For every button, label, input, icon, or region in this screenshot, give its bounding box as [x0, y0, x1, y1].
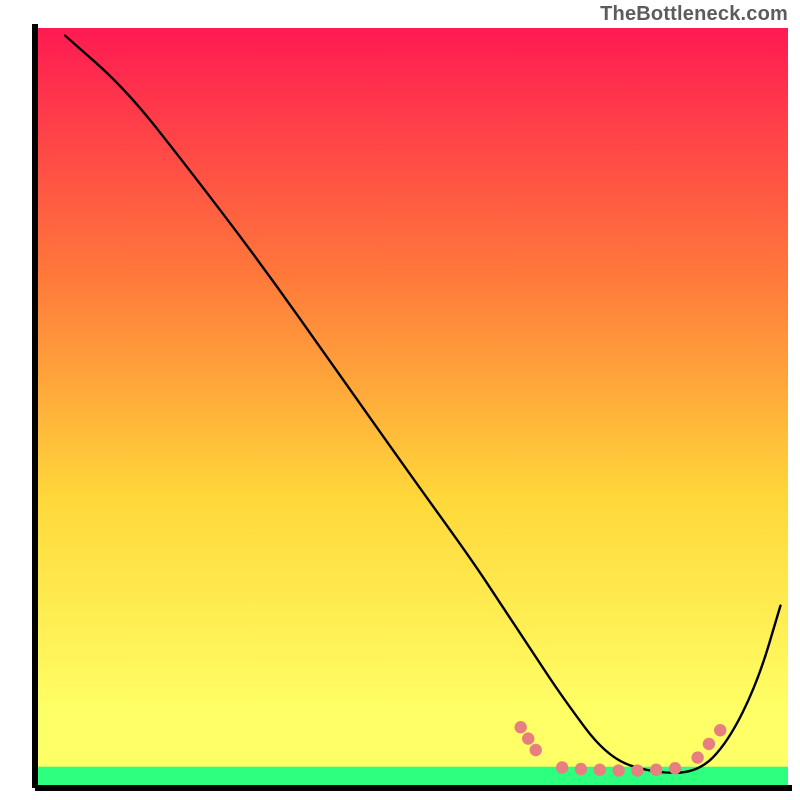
highlight-dot — [514, 721, 526, 733]
highlight-dot — [691, 751, 703, 763]
highlight-dot — [594, 764, 606, 776]
chart-svg — [0, 0, 800, 800]
highlight-dot — [650, 764, 662, 776]
chart-background — [35, 28, 788, 788]
highlight-dot — [669, 762, 681, 774]
highlight-dot — [612, 764, 624, 776]
highlight-dot — [522, 732, 534, 744]
highlight-dot — [556, 761, 568, 773]
chart-container: TheBottleneck.com — [0, 0, 800, 800]
highlight-dot — [714, 724, 726, 736]
highlight-dot — [703, 738, 715, 750]
highlight-dot — [530, 744, 542, 756]
highlight-dot — [575, 763, 587, 775]
highlight-dot — [631, 764, 643, 776]
